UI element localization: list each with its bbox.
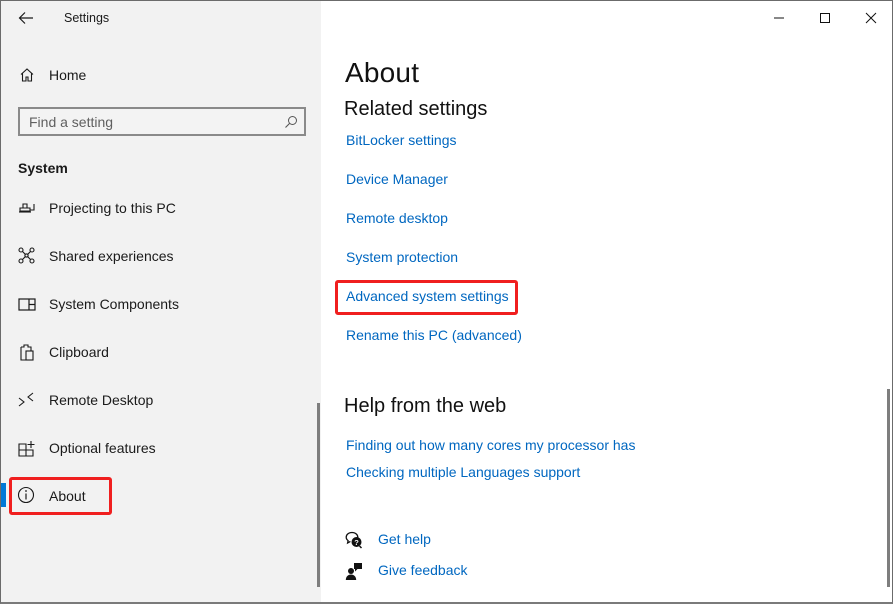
- search-box[interactable]: [18, 107, 306, 136]
- nav-item-label: Shared experiences: [49, 248, 174, 264]
- back-button[interactable]: [13, 6, 39, 30]
- nav-item-shared-experiences[interactable]: Shared experiences: [1, 236, 317, 276]
- link-processor-cores[interactable]: Finding out how many cores my processor …: [346, 437, 635, 453]
- navigation-pane: Settings Home System Projecting to this …: [1, 1, 321, 602]
- settings-window: Settings Home System Projecting to this …: [0, 0, 893, 604]
- give-feedback-icon: [345, 563, 362, 580]
- nav-item-clipboard[interactable]: Clipboard: [1, 332, 317, 372]
- nav-item-optional-features[interactable]: Optional features: [1, 428, 317, 468]
- nav-item-about[interactable]: About: [1, 476, 317, 516]
- nav-item-projecting[interactable]: Projecting to this PC: [1, 188, 317, 228]
- shared-experiences-icon: [18, 247, 35, 264]
- close-icon: [865, 12, 877, 24]
- system-components-icon: [18, 298, 36, 311]
- nav-item-remote-desktop[interactable]: Remote Desktop: [1, 380, 317, 420]
- nav-scrollbar[interactable]: [317, 403, 320, 587]
- caption-buttons: [756, 1, 892, 35]
- link-advanced-system-settings[interactable]: Advanced system settings: [346, 288, 509, 304]
- projector-icon: [19, 203, 35, 213]
- title-bar: Settings: [1, 1, 321, 35]
- maximize-icon: [820, 13, 830, 23]
- nav-item-system-components[interactable]: System Components: [1, 284, 317, 324]
- close-button[interactable]: [848, 1, 892, 35]
- nav-item-label: System Components: [49, 296, 179, 312]
- remote-desktop-icon: [18, 392, 34, 407]
- nav-item-label: Remote Desktop: [49, 392, 154, 408]
- nav-item-label: Projecting to this PC: [49, 200, 176, 216]
- link-languages-support[interactable]: Checking multiple Languages support: [346, 464, 580, 480]
- nav-item-label: Clipboard: [49, 344, 109, 360]
- svg-text:?: ?: [354, 538, 359, 547]
- related-settings-heading: Related settings: [344, 98, 488, 120]
- get-help-icon: ?: [345, 531, 363, 549]
- content-pane: About Related settings BitLocker setting…: [321, 1, 892, 602]
- link-system-protection[interactable]: System protection: [346, 249, 458, 265]
- nav-home[interactable]: Home: [1, 61, 321, 89]
- content-scrollbar[interactable]: [887, 389, 890, 587]
- link-remote-desktop[interactable]: Remote desktop: [346, 210, 448, 226]
- give-feedback-link[interactable]: Give feedback: [378, 562, 468, 578]
- link-rename-this-pc[interactable]: Rename this PC (advanced): [346, 327, 522, 343]
- help-from-web-heading: Help from the web: [344, 395, 507, 417]
- app-title: Settings: [64, 11, 110, 25]
- link-bitlocker-settings[interactable]: BitLocker settings: [346, 132, 457, 148]
- get-help-link[interactable]: Get help: [378, 531, 431, 547]
- optional-features-icon: [18, 441, 35, 457]
- search-icon[interactable]: [284, 115, 298, 129]
- minimize-button[interactable]: [756, 1, 802, 35]
- minimize-icon: [774, 17, 784, 19]
- back-arrow-icon: [18, 12, 33, 24]
- section-heading-system: System: [18, 160, 68, 176]
- page-title: About: [345, 57, 420, 88]
- clipboard-icon: [20, 344, 34, 361]
- maximize-button[interactable]: [802, 1, 848, 35]
- search-input[interactable]: [20, 109, 304, 134]
- nav-item-label: Optional features: [49, 440, 156, 456]
- selection-indicator: [1, 483, 6, 507]
- link-device-manager[interactable]: Device Manager: [346, 171, 448, 187]
- home-icon: [20, 68, 34, 82]
- nav-home-label: Home: [49, 67, 87, 83]
- nav-item-label: About: [49, 488, 86, 504]
- info-icon: [17, 486, 35, 504]
